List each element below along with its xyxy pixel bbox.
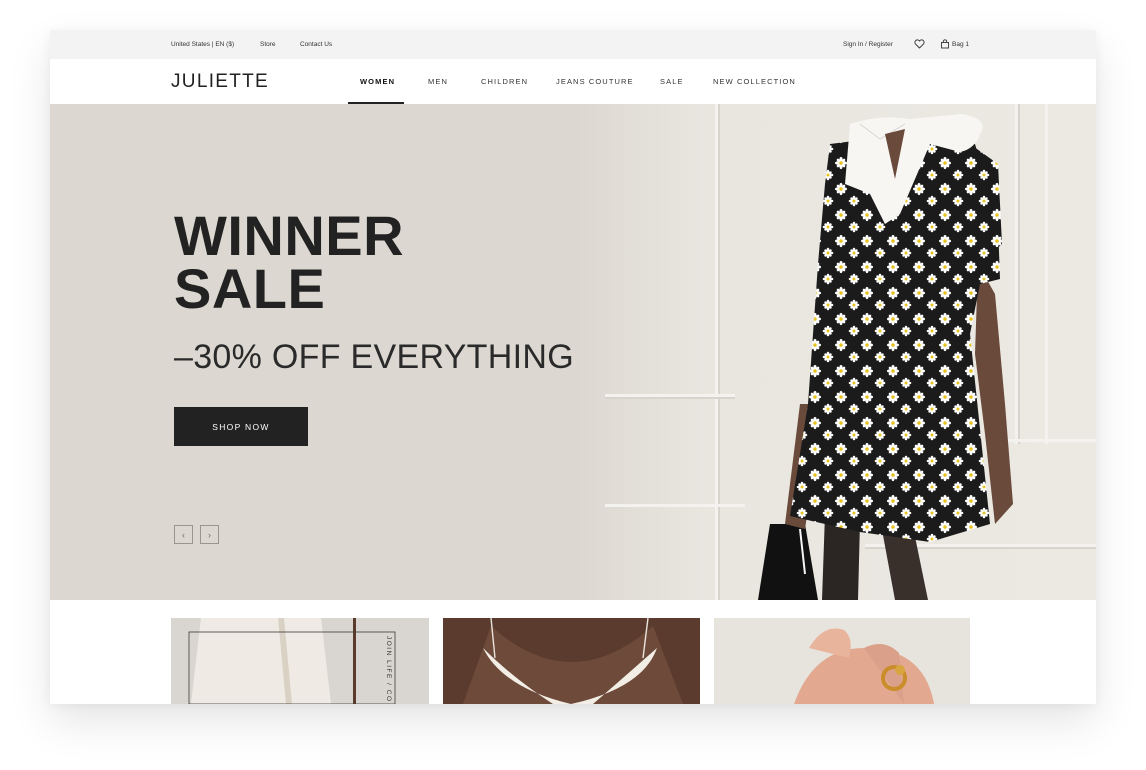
nav-men[interactable]: MEN xyxy=(428,77,448,86)
logo[interactable]: JULIETTE xyxy=(171,71,269,93)
category-card-2[interactable] xyxy=(443,618,700,704)
hero-title-line-1: WINNER xyxy=(174,204,405,267)
bag-icon[interactable] xyxy=(940,39,950,51)
shop-now-button[interactable]: SHOP NOW xyxy=(174,407,308,446)
hero-model-image xyxy=(758,114,1013,600)
category-cards: JOIN LIFE / CO xyxy=(50,600,1096,704)
hero-title: WINNER SALE xyxy=(174,204,405,320)
nav-sale[interactable]: SALE xyxy=(660,77,684,86)
bag-link[interactable]: Bag 1 xyxy=(952,41,969,48)
card-3-image xyxy=(714,618,970,704)
nav-women[interactable]: WOMEN xyxy=(360,77,395,86)
main-header: JULIETTE WOMEN MEN CHILDREN JEANS COUTUR… xyxy=(50,59,1096,104)
utility-bar: United States | EN ($) Store Contact Us … xyxy=(50,30,1096,59)
carousel-prev-button[interactable]: ‹ xyxy=(174,525,193,544)
carousel-next-button[interactable]: › xyxy=(200,525,219,544)
nav-jeans-couture[interactable]: JEANS COUTURE xyxy=(556,77,634,86)
hero-banner: WINNER SALE –30% OFF EVERYTHING SHOP NOW… xyxy=(50,104,1096,600)
browser-page: United States | EN ($) Store Contact Us … xyxy=(50,30,1096,704)
nav-new-collection[interactable]: NEW COLLECTION xyxy=(713,77,796,86)
card-1-caption: JOIN LIFE / CO xyxy=(385,636,392,703)
category-card-1[interactable]: JOIN LIFE / CO xyxy=(171,618,429,704)
contact-link[interactable]: Contact Us xyxy=(300,41,332,48)
sign-in-link[interactable]: Sign In / Register xyxy=(843,41,893,48)
hero-title-line-2: SALE xyxy=(174,257,326,320)
locale-selector[interactable]: United States | EN ($) xyxy=(171,41,234,48)
hero-subtitle: –30% OFF EVERYTHING xyxy=(174,338,574,376)
chevron-left-icon: ‹ xyxy=(182,529,185,540)
category-card-3[interactable] xyxy=(714,618,970,704)
nav-children[interactable]: CHILDREN xyxy=(481,77,528,86)
heart-icon[interactable] xyxy=(914,39,925,51)
store-link[interactable]: Store xyxy=(260,41,276,48)
chevron-right-icon: › xyxy=(208,529,211,540)
card-2-image xyxy=(443,618,700,704)
